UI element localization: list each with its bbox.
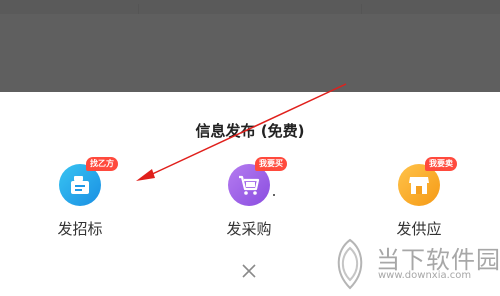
- publish-tender-option[interactable]: 找乙方 发招标: [30, 157, 130, 244]
- publish-purchase-option[interactable]: 我要买 发采购: [199, 157, 299, 244]
- publish-supply-option[interactable]: 我要卖 发供应: [369, 157, 469, 244]
- want-to-buy-badge: 我要买: [255, 157, 287, 171]
- watermark-url: www.downxia.com: [378, 270, 472, 281]
- overlay-band-mark: [138, 4, 362, 14]
- watermark-logo-icon: [337, 238, 363, 290]
- publish-purchase-label: 发采购: [226, 220, 272, 238]
- watermark: 当下软件园 www.downxia.com: [326, 234, 500, 294]
- close-icon[interactable]: [240, 262, 258, 280]
- dimmed-background-overlay[interactable]: [0, 0, 500, 92]
- overlay-top-band: [0, 0, 500, 14]
- stray-dot: [273, 194, 275, 196]
- want-to-sell-badge: 我要卖: [425, 157, 457, 171]
- find-contractor-badge: 找乙方: [86, 157, 118, 171]
- publish-tender-label: 发招标: [57, 220, 103, 238]
- sheet-title: 信息发布 (免费): [195, 122, 305, 140]
